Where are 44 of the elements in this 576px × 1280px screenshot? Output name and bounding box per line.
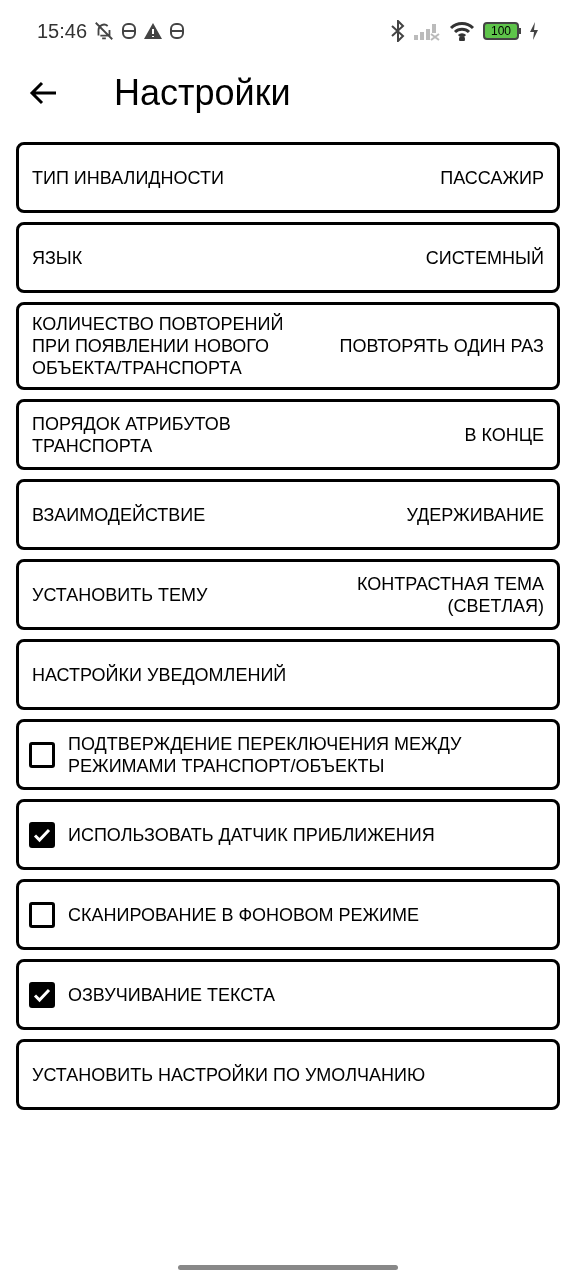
setting-row[interactable]: УСТАНОВИТЬ НАСТРОЙКИ ПО УМОЛЧАНИЮ xyxy=(16,1039,560,1110)
setting-label: УСТАНОВИТЬ НАСТРОЙКИ ПО УМОЛЧАНИЮ xyxy=(32,1063,426,1086)
setting-value: СИСТЕМНЫЙ xyxy=(425,246,544,269)
charging-icon xyxy=(529,22,539,40)
checkbox[interactable] xyxy=(29,741,55,768)
wifi-icon xyxy=(448,21,475,41)
clock-time: 15:46 xyxy=(37,19,88,44)
setting-row[interactable]: ВЗАИМОДЕЙСТВИЕ УДЕРЖИВАНИЕ xyxy=(16,479,560,550)
battery-level: 100 xyxy=(482,22,519,40)
setting-value: КОНТРАСТНАЯ ТЕМА (СВЕТЛАЯ) xyxy=(355,572,544,617)
setting-label: СКАНИРОВАНИЕ В ФОНОВОМ РЕЖИМЕ xyxy=(68,903,420,926)
setting-value: ПОВТОРЯТЬ ОДИН РАЗ xyxy=(339,335,544,357)
signal-icon xyxy=(412,21,441,41)
checkbox-row[interactable]: ОЗВУЧИВАНИЕ ТЕКСТА xyxy=(16,959,560,1030)
setting-row[interactable]: ПОРЯДОК АТРИБУТОВ ТРАНСПОРТА В КОНЦЕ xyxy=(16,399,560,470)
setting-label: КОЛИЧЕСТВО ПОВТОРЕНИЙ ПРИ ПОЯВЛЕНИИ НОВОГО ОБЪЕКТА/ТРАНСПОРТА xyxy=(32,313,285,379)
checkbox[interactable] xyxy=(29,901,55,928)
back-arrow-icon xyxy=(29,81,57,105)
setting-row[interactable]: ТИП ИНВАЛИДНОСТИ ПАССАЖИР xyxy=(16,142,560,213)
setting-label: ОЗВУЧИВАНИЕ ТЕКСТА xyxy=(68,983,276,1006)
setting-label: ПОДТВЕРЖДЕНИЕ ПЕРЕКЛЮЧЕНИЯ МЕЖДУ РЕЖИМАМИ ТРАНСПОРТ/ОБЪЕКТЫ xyxy=(68,732,463,777)
setting-row[interactable]: КОЛИЧЕСТВО ПОВТОРЕНИЙ ПРИ ПОЯВЛЕНИИ НОВОГО ОБЪЕКТА/ТРАНСПОРТА ПОВТОРЯТЬ ОДИН РАЗ xyxy=(16,302,560,390)
setting-row[interactable]: ЯЗЫК СИСТЕМНЫЙ xyxy=(16,222,560,293)
checkbox-row[interactable]: СКАНИРОВАНИЕ В ФОНОВОМ РЕЖИМЕ xyxy=(16,879,560,950)
setting-label: ЯЗЫК xyxy=(32,246,83,269)
setting-label: ПОРЯДОК АТРИБУТОВ ТРАНСПОРТА xyxy=(32,412,232,457)
setting-label: ИСПОЛЬЗОВАТЬ ДАТЧИК ПРИБЛИЖЕНИЯ xyxy=(68,823,435,846)
setting-label: УСТАНОВИТЬ ТЕМУ xyxy=(32,583,208,606)
setting-label: НАСТРОЙКИ УВЕДОМЛЕНИЙ xyxy=(32,663,287,686)
bluetooth-icon xyxy=(390,20,405,42)
checkbox[interactable] xyxy=(29,821,55,848)
setting-label: ВЗАИМОДЕЙСТВИЕ xyxy=(32,503,206,526)
setting-value: В КОНЦЕ xyxy=(464,423,544,446)
setting-value: ПАССАЖИР xyxy=(440,166,544,189)
checkbox-row[interactable]: ПОДТВЕРЖДЕНИЕ ПЕРЕКЛЮЧЕНИЯ МЕЖДУ РЕЖИМАМИ ТРАНСПОРТ/ОБЪЕКТЫ xyxy=(16,719,560,790)
setting-row[interactable]: УСТАНОВИТЬ ТЕМУ КОНТРАСТНАЯ ТЕМА (СВЕТЛАЯ) xyxy=(16,559,560,630)
setting-label: ТИП ИНВАЛИДНОСТИ xyxy=(32,166,224,189)
setting-row[interactable]: НАСТРОЙКИ УВЕДОМЛЕНИЙ xyxy=(16,639,560,710)
page-title: Настройки xyxy=(114,71,291,115)
checkbox[interactable] xyxy=(29,981,55,1008)
checkbox-row[interactable]: ИСПОЛЬЗОВАТЬ ДАТЧИК ПРИБЛИЖЕНИЯ xyxy=(16,799,560,870)
setting-value: УДЕРЖИВАНИЕ xyxy=(406,503,544,526)
warning-icon xyxy=(143,22,164,40)
muted-bell-icon xyxy=(93,20,116,42)
